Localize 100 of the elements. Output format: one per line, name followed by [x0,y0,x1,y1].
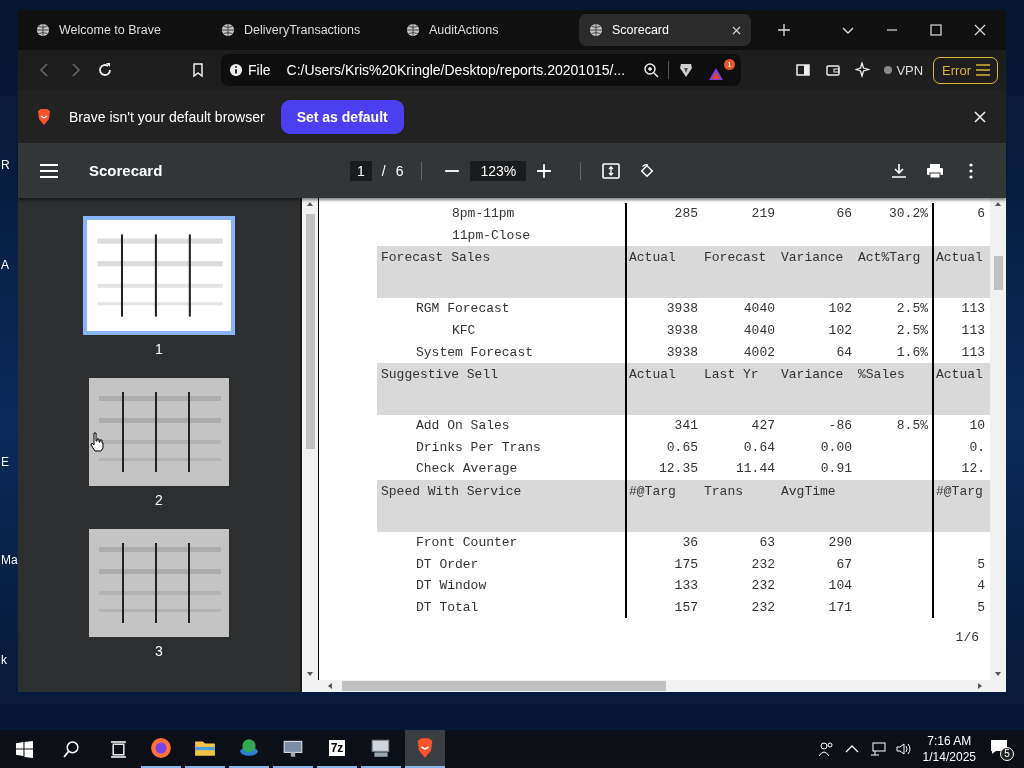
scroll-thumb[interactable] [342,681,666,691]
scroll-down-icon[interactable] [306,670,314,678]
menu-icon[interactable] [40,162,58,179]
page-thumbnail[interactable] [83,216,235,335]
scroll-thumb[interactable] [993,256,1003,290]
address-bar[interactable]: File C:/Users/Kris%20Kringle/Desktop/reports.20201015/... 1 [221,54,741,86]
table-cell: 0. [969,439,985,455]
browser-tab[interactable]: Welcome to Brave [26,14,198,46]
rewards-button[interactable]: 1 [701,58,735,82]
table-cell: 175 [674,556,698,572]
clock-date: 1/14/2025 [922,749,976,765]
task-view-icon[interactable] [110,740,127,758]
page-thumbnail[interactable] [89,529,229,637]
section-title: Suggestive Sell [380,365,500,384]
sparkle-icon[interactable] [855,62,872,78]
browser-tab[interactable]: Scorecard [579,14,751,46]
row-label: 11pm-Close [452,227,530,243]
close-icon[interactable] [974,24,986,36]
new-tab-icon[interactable] [778,24,790,36]
column-header: #@Targ [936,483,983,499]
table-cell: 171 [828,599,852,615]
scroll-up-icon[interactable] [994,200,1002,208]
fit-page-icon[interactable] [602,162,621,179]
table-cell: 285 [674,206,698,222]
people-icon[interactable] [817,741,834,757]
desktop-icon-label: k [1,653,7,667]
start-icon[interactable] [16,740,33,758]
scroll-left-icon[interactable] [326,682,334,690]
scroll-up-icon[interactable] [306,200,314,208]
notification-badge: 1 [724,58,735,70]
row-label: Add On Sales [416,418,510,434]
column-header: Variance [781,366,844,382]
globe-icon [589,23,603,37]
computer-icon [370,737,392,759]
table-cell: 133 [674,578,698,594]
maximize-icon[interactable] [930,24,942,36]
table-cell: 1.6% [896,344,928,360]
page-footer: 1/6 [955,630,979,646]
row-label: Drinks Per Trans [416,439,541,455]
row-label: RGM Forecast [416,301,510,317]
archiver-icon: 7z [328,740,346,756]
sidebar-icon[interactable] [795,62,812,78]
reload-icon[interactable] [97,62,113,78]
menu-icon [975,64,991,76]
wallet-icon[interactable] [825,62,842,78]
desktop-icon-label: Ma [1,553,18,567]
row-label: 8pm-11pm [452,206,515,222]
clock-time: 7:16 AM [927,733,972,749]
info-icon [229,63,243,77]
volume-icon[interactable] [895,741,912,757]
browser-tab[interactable]: AuditActions [396,14,568,46]
column-header: Act%Targ [858,250,921,266]
network-icon[interactable] [869,741,886,757]
shield-icon[interactable] [678,62,694,78]
row-label: DT Total [416,599,479,615]
zoom-field[interactable]: 123% [470,160,527,181]
table-cell: 4 [977,578,985,594]
url-scheme: File [248,62,271,78]
row-label: System Forecast [416,344,534,360]
close-icon[interactable] [974,110,986,123]
table-cell: 102 [828,301,852,317]
scroll-right-icon[interactable] [976,682,984,690]
close-icon[interactable] [732,25,741,35]
row-label: DT Window [416,578,487,594]
zoom-icon[interactable] [643,62,659,78]
column-header: Actual [936,366,983,382]
section-title: Speed With Service [380,482,523,501]
page-separator: / [381,162,386,179]
table-cell: 5 [977,556,985,572]
table-cell: 63 [759,535,775,551]
print-icon[interactable] [926,162,944,179]
clock[interactable]: 7:16 AM 1/14/2025 [922,733,976,765]
bookmark-icon[interactable] [190,62,206,78]
table-cell: 4040 [743,323,775,339]
download-icon[interactable] [890,162,908,179]
table-cell: 113 [961,344,985,360]
error-button[interactable]: Error [933,56,998,84]
desktop-icon-label: A [1,258,9,272]
search-icon[interactable] [63,740,80,758]
page-thumbnail[interactable] [89,378,229,486]
browser-tab[interactable]: DeliveryTransactions [211,14,383,46]
table-cell: 36 [682,535,698,551]
column-header: Variance [781,250,844,266]
vpn-button[interactable]: VPN [884,62,924,78]
table-cell: 341 [674,418,698,434]
table-cell: 232 [751,556,775,572]
column-header: %Sales [858,366,905,382]
brave-app-button[interactable] [405,730,445,768]
table-cell: 2.5% [896,323,928,339]
archiver-app-button[interactable]: 7z [317,730,357,768]
notifications-button[interactable]: 5 [990,739,1012,759]
zoom-in-icon[interactable] [535,162,554,179]
scroll-down-icon[interactable] [994,670,1002,678]
scroll-thumb[interactable] [305,214,315,449]
table-cell: 0.00 [820,439,852,455]
hand-cursor-icon [90,432,104,452]
set-default-button[interactable]: Set as default [280,99,404,134]
table-cell: 113 [961,301,985,317]
table-cell: 11.44 [736,461,775,477]
page-number-field[interactable]: 1 [349,160,372,181]
